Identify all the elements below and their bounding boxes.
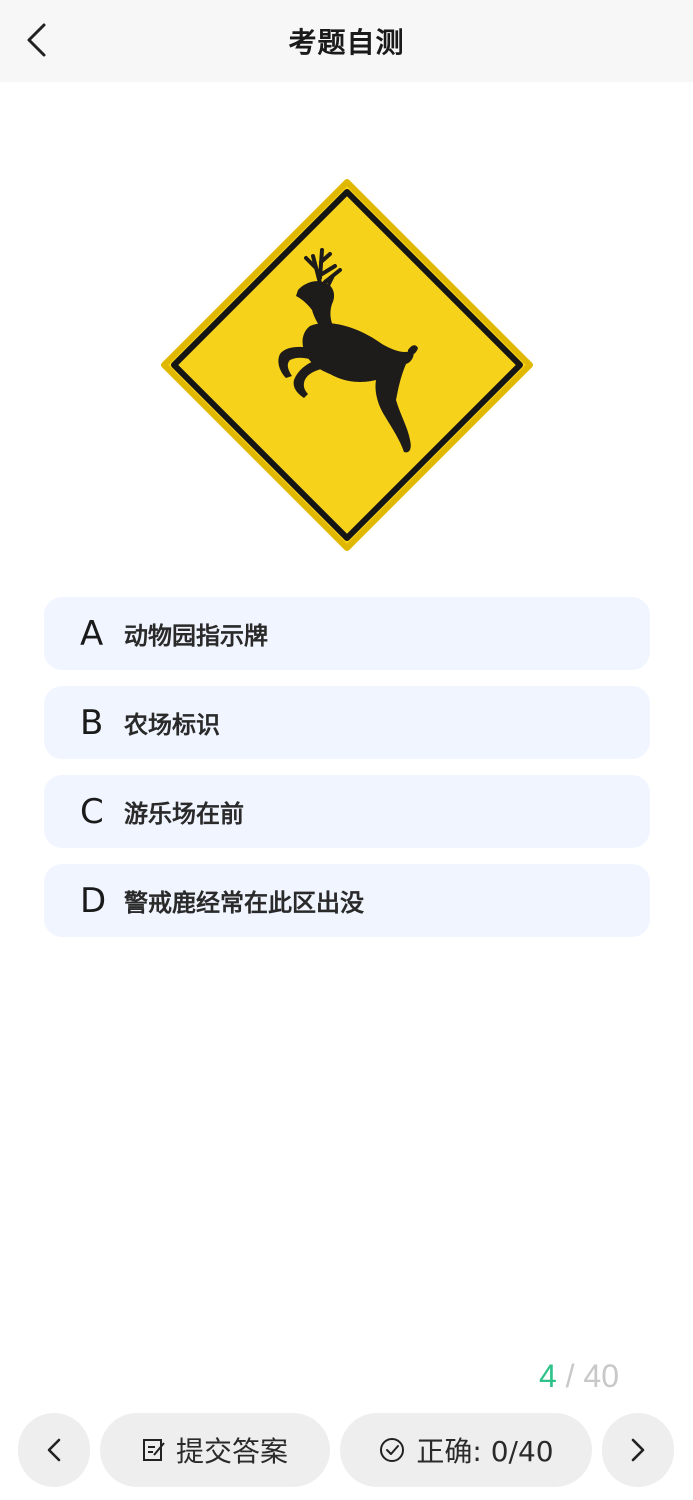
next-question-button[interactable] [602,1413,674,1487]
option-text: 动物园指示牌 [124,622,268,650]
answer-options: A 动物园指示牌 B 农场标识 C 游乐场在前 D 警戒鹿经常在此区出没 [44,597,650,953]
option-d[interactable]: D 警戒鹿经常在此区出没 [44,864,650,937]
option-text: 农场标识 [124,711,220,739]
question-progress: 4 / 40 [539,1358,619,1395]
chevron-left-icon [47,1438,61,1462]
option-letter: D [80,880,107,921]
option-letter: C [80,791,104,832]
submit-answer-label: 提交答案 [175,1435,288,1468]
current-question-number: 4 [538,1358,557,1394]
total-question-number: 40 [583,1358,619,1394]
prev-question-button[interactable] [18,1413,90,1487]
option-letter: B [80,702,104,743]
option-a[interactable]: A 动物园指示牌 [44,597,650,670]
correct-count-label: 正确: 0/40 [416,1435,554,1468]
question-sign-image [160,178,534,552]
bottom-toolbar: 提交答案 正确: 0/40 [0,1413,693,1487]
progress-separator: / [565,1358,575,1394]
option-b[interactable]: B 农场标识 [44,686,650,759]
chevron-right-icon [631,1438,645,1462]
page-title: 考题自测 [288,26,405,59]
option-c[interactable]: C 游乐场在前 [44,775,650,848]
check-circle-icon [380,1438,405,1462]
chevron-left-icon [27,23,46,57]
option-text: 游乐场在前 [124,800,244,828]
submit-answer-button[interactable]: 提交答案 [100,1413,330,1487]
edit-icon [142,1439,165,1461]
back-button[interactable] [14,18,58,62]
option-letter: A [80,613,104,654]
option-text: 警戒鹿经常在此区出没 [124,889,364,917]
correct-count-button[interactable]: 正确: 0/40 [340,1413,592,1487]
header-bar: 考题自测 [0,0,693,82]
deer-crossing-sign [161,179,533,551]
